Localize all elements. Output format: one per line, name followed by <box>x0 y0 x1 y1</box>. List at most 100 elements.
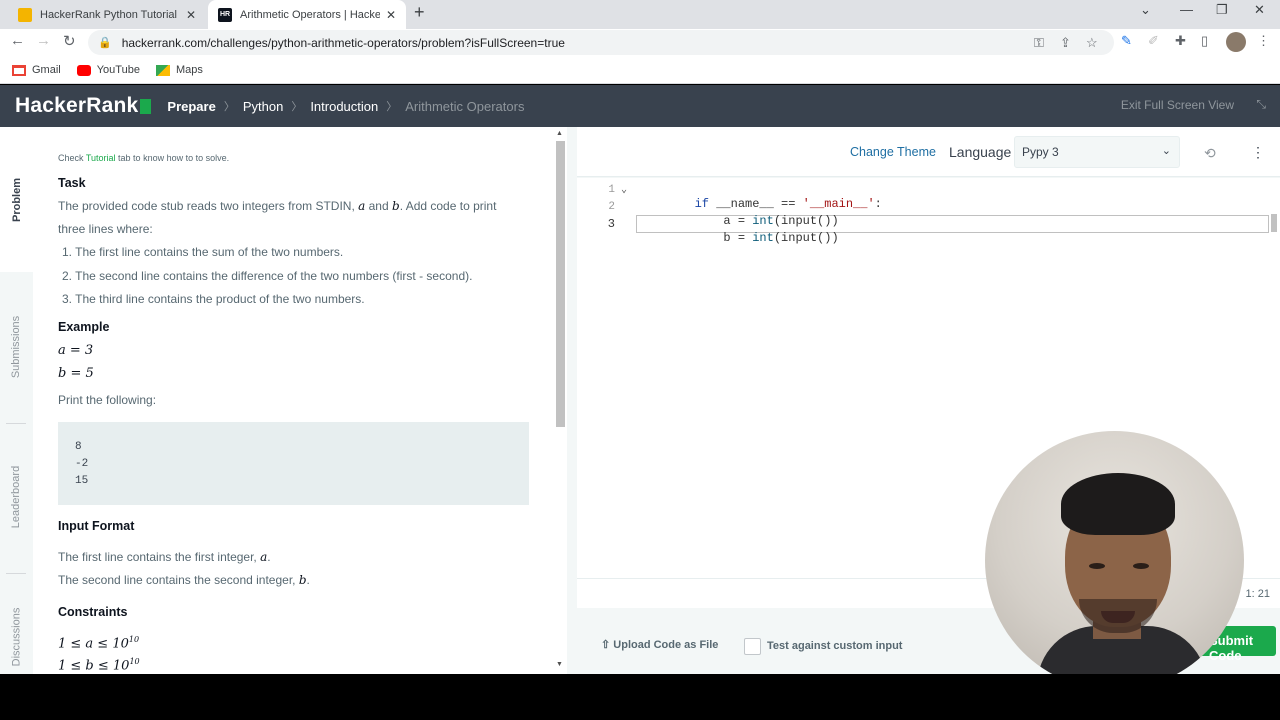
line-number: 1 <box>608 184 615 196</box>
forward-icon[interactable]: → <box>36 32 51 49</box>
tab-problem[interactable]: Problem <box>0 127 33 272</box>
person-eye <box>1089 563 1105 569</box>
constraint-b: 1 ≤ b ≤ 1010 <box>58 657 140 673</box>
maximize-icon[interactable]: ❐ <box>1216 2 1228 18</box>
tab-title: HackerRank Python Tutorial - Py <box>40 8 180 21</box>
var-b: b <box>392 199 400 213</box>
browser-menu-icon[interactable]: ⋮ <box>1257 33 1270 49</box>
chevron-right-icon: 〉 <box>291 101 303 113</box>
breadcrumb-introduction[interactable]: Introduction <box>310 99 378 114</box>
share-icon[interactable]: ⇪ <box>1060 35 1071 51</box>
example-heading: Example <box>58 320 110 334</box>
chevron-right-icon: 〉 <box>223 101 235 113</box>
collapse-icon[interactable]: ⤡ <box>1256 97 1266 112</box>
person-hair <box>1061 473 1175 535</box>
custom-input-label[interactable]: Test against custom input <box>767 640 902 652</box>
hackerrank-logo[interactable]: HackerRank <box>15 94 152 118</box>
reload-icon[interactable]: ↻ <box>63 32 76 50</box>
input-text: The second line contains the second inte… <box>58 573 299 587</box>
new-tab-icon[interactable]: + <box>414 2 425 23</box>
bookmark-maps[interactable]: Maps <box>155 64 203 76</box>
bookmark-gmail[interactable]: Gmail <box>12 64 61 76</box>
problem-scrollbar[interactable]: ▲ ▼ <box>553 127 567 674</box>
input-text: The first line contains the first intege… <box>58 550 261 564</box>
step-item: 2. The second line contains the differen… <box>62 269 473 283</box>
key-icon[interactable]: ⚿ <box>1034 35 1044 51</box>
task-text: The provided code stub reads two integer… <box>58 199 359 213</box>
letterbox-bar <box>0 674 1280 720</box>
hackerrank-header: HackerRank Prepare 〉 Python 〉 Introducti… <box>0 85 1280 127</box>
close-tab-icon[interactable]: ✕ <box>386 8 396 22</box>
browser-tab-strip: HackerRank Python Tutorial - Py ✕ HR Ari… <box>0 0 1280 29</box>
close-window-icon[interactable]: ✕ <box>1254 2 1265 18</box>
language-select[interactable]: Pypy 3 ⌄ <box>1014 136 1180 168</box>
output-line: 15 <box>75 475 89 487</box>
breadcrumb-prepare[interactable]: Prepare <box>167 99 215 114</box>
chevron-right-icon: 〉 <box>386 101 398 113</box>
example-b: b = 5 <box>58 366 94 381</box>
scroll-down-icon[interactable]: ▼ <box>556 661 563 668</box>
scrollbar-thumb[interactable] <box>556 141 565 427</box>
upload-icon: ⇧ <box>601 639 614 651</box>
breadcrumb-current: Arithmetic Operators <box>405 98 525 114</box>
custom-input-checkbox[interactable] <box>744 638 761 655</box>
browser-toolbar: ← → ↻ 🔒 hackerrank.com/challenges/python… <box>0 29 1280 57</box>
breadcrumb-python[interactable]: Python <box>243 99 283 114</box>
step-item: 1. The first line contains the sum of th… <box>62 245 344 259</box>
task-description: The provided code stub reads two integer… <box>58 199 496 213</box>
upload-code-button[interactable]: ⇧ Upload Code as File <box>601 638 718 651</box>
tab-label: Submissions <box>10 315 23 379</box>
lock-icon: 🔒 <box>98 37 112 49</box>
more-options-icon[interactable]: ⋮ <box>1251 144 1265 161</box>
tutorial-hint: Check Tutorial tab to know how to to sol… <box>58 153 229 163</box>
tab-search-icon[interactable]: ⌄ <box>1140 2 1151 18</box>
change-theme-link[interactable]: Change Theme <box>850 145 936 159</box>
extensions-puzzle-icon[interactable]: ✚ <box>1175 33 1186 49</box>
bookmark-label: Gmail <box>32 64 61 76</box>
browser-tab-arithmetic[interactable]: HR Arithmetic Operators | HackerRa ✕ <box>208 0 406 29</box>
exit-fullscreen-link[interactable]: Exit Full Screen View <box>1121 98 1234 112</box>
browser-tab-tutorial[interactable]: HackerRank Python Tutorial - Py ✕ <box>8 0 206 29</box>
extension-pen-icon[interactable]: ✐ <box>1148 33 1159 49</box>
logo-text: HackerRank <box>15 94 139 117</box>
input-text: . <box>306 573 310 587</box>
history-icon[interactable]: ⟲ <box>1204 145 1216 162</box>
scroll-up-icon[interactable]: ▲ <box>556 130 563 137</box>
code-text: b <box>723 231 731 245</box>
rail-divider <box>6 573 26 574</box>
tab-label: Leaderboard <box>10 465 23 529</box>
code-text: : <box>874 197 882 211</box>
builtin: int <box>752 231 774 245</box>
line-number: 2 <box>608 201 615 213</box>
extension-edit-icon[interactable]: ✎ <box>1121 33 1132 49</box>
bookmark-star-icon[interactable]: ☆ <box>1086 35 1098 51</box>
bookmark-label: YouTube <box>96 64 140 76</box>
tab-label: Problem <box>10 177 23 222</box>
panel-resize-handle[interactable] <box>567 127 577 674</box>
constraint-a: 1 ≤ a ≤ 1010 <box>58 635 139 651</box>
line-number: 3 <box>607 217 615 231</box>
person-eye <box>1133 563 1149 569</box>
side-panel-icon[interactable]: ▯ <box>1201 33 1208 49</box>
task-text: . Add code to print <box>399 199 497 213</box>
minimize-icon[interactable]: — <box>1180 2 1193 17</box>
address-bar[interactable]: 🔒 hackerrank.com/challenges/python-arith… <box>88 30 1114 55</box>
gmail-icon <box>12 64 26 76</box>
bookmark-youtube[interactable]: YouTube <box>76 64 140 76</box>
example-a: a = 3 <box>58 343 94 358</box>
sample-output-block: 8 -2 15 <box>58 422 529 505</box>
close-tab-icon[interactable]: ✕ <box>186 8 196 22</box>
exponent: 10 <box>129 657 140 666</box>
input-line-2: The second line contains the second inte… <box>58 573 310 587</box>
screen: HackerRank Python Tutorial - Py ✕ HR Ari… <box>0 0 1280 720</box>
fold-chevron-icon[interactable]: ⌄ <box>621 184 627 196</box>
tab-leaderboard[interactable]: Leaderboard <box>0 427 33 567</box>
input-format-heading: Input Format <box>58 519 135 533</box>
upload-label: Upload Code as File <box>613 639 719 651</box>
tab-submissions[interactable]: Submissions <box>0 277 33 417</box>
profile-avatar[interactable] <box>1226 32 1246 52</box>
tutorial-link[interactable]: Tutorial <box>86 153 116 163</box>
output-line: 8 <box>75 441 82 453</box>
back-icon[interactable]: ← <box>10 32 25 49</box>
constraint-text: 1 ≤ b ≤ 10 <box>58 658 130 674</box>
